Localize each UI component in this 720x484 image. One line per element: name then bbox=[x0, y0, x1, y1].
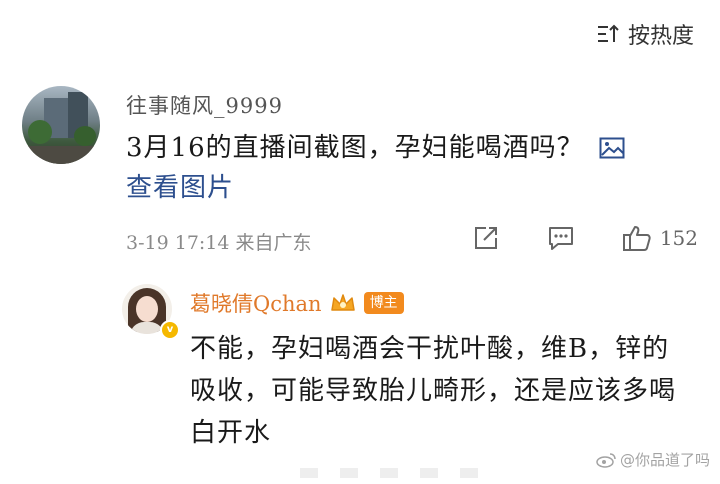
like-count: 152 bbox=[659, 226, 698, 250]
comment-icon bbox=[548, 227, 573, 250]
blogger-badge: 博主 bbox=[363, 292, 404, 314]
share-button[interactable] bbox=[472, 225, 500, 251]
sort-label: 按热度 bbox=[627, 24, 694, 49]
avatar[interactable] bbox=[22, 86, 100, 164]
next-item-fragment bbox=[300, 468, 500, 478]
comment-actions: 152 bbox=[472, 224, 698, 252]
comment-username[interactable]: 往事随风_9999 bbox=[126, 90, 283, 120]
watermark: @你品道了吗 bbox=[596, 449, 710, 470]
reply-username-row: 葛晓倩Qchan 博主 bbox=[190, 288, 404, 318]
verified-badge: v bbox=[160, 320, 180, 340]
watermark-text: @你品道了吗 bbox=[619, 451, 710, 469]
view-picture-label[interactable]: 查看图片 bbox=[126, 173, 234, 203]
reply-button[interactable] bbox=[546, 225, 576, 251]
share-icon bbox=[474, 227, 497, 249]
sort-by-hot-button[interactable]: 按热度 bbox=[596, 18, 694, 50]
like-button[interactable]: 152 bbox=[622, 224, 698, 252]
comment-timestamp: 3-19 17:14 bbox=[126, 232, 230, 254]
comment-location: 来自广东 bbox=[235, 232, 312, 254]
sort-icon bbox=[597, 24, 619, 42]
comment-text: 3月16的直播间截图，孕妇能喝酒吗？ 查看图片 bbox=[126, 128, 706, 208]
crown-icon bbox=[330, 294, 355, 311]
comment-meta: 3-19 17:14 来自广东 bbox=[126, 228, 312, 255]
reply-text: 不能，孕妇喝酒会干扰叶酸，维B，锌的吸收，可能导致胎儿畸形，还是应该多喝白开水 bbox=[190, 334, 677, 448]
thumbs-up-icon bbox=[622, 226, 651, 251]
comment-body: 3月16的直播间截图，孕妇能喝酒吗？ bbox=[126, 133, 584, 163]
weibo-logo-icon bbox=[596, 452, 616, 468]
image-icon bbox=[599, 137, 625, 159]
reply-username[interactable]: 葛晓倩Qchan bbox=[190, 288, 322, 318]
